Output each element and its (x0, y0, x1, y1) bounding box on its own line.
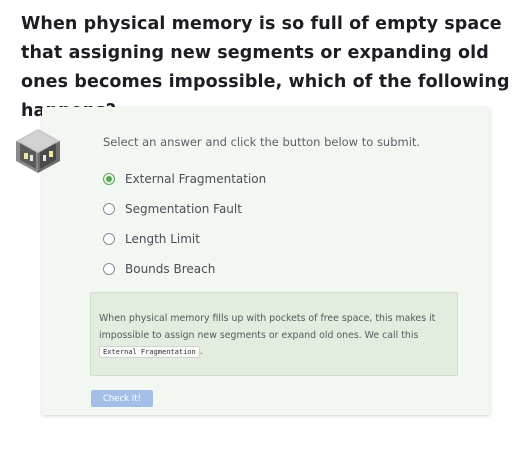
radio-icon[interactable] (103, 203, 115, 215)
option-length-limit[interactable]: Length Limit (103, 224, 266, 254)
feedback-code-term: External Fragmentation (99, 346, 200, 358)
option-label: Segmentation Fault (125, 202, 242, 216)
isometric-room-icon (14, 127, 62, 175)
feedback-box: When physical memory fills up with pocke… (90, 292, 458, 376)
option-label: External Fragmentation (125, 172, 267, 186)
answer-options: External Fragmentation Segmentation Faul… (103, 164, 266, 284)
check-it-button[interactable]: Check It! (91, 390, 153, 407)
instructions-text: Select an answer and click the button be… (103, 135, 421, 149)
option-segmentation-fault[interactable]: Segmentation Fault (103, 194, 266, 224)
option-external-fragmentation[interactable]: External Fragmentation (103, 164, 266, 194)
option-bounds-breach[interactable]: Bounds Breach (103, 254, 266, 284)
radio-icon[interactable] (103, 233, 115, 245)
radio-icon[interactable] (103, 263, 115, 275)
radio-selected-icon[interactable] (103, 173, 115, 185)
feedback-text: When physical memory fills up with pocke… (99, 313, 436, 341)
option-label: Bounds Breach (125, 262, 216, 276)
quiz-page: When physical memory is so full of empty… (0, 0, 531, 471)
option-label: Length Limit (125, 232, 200, 246)
feedback-end: . (199, 346, 203, 357)
